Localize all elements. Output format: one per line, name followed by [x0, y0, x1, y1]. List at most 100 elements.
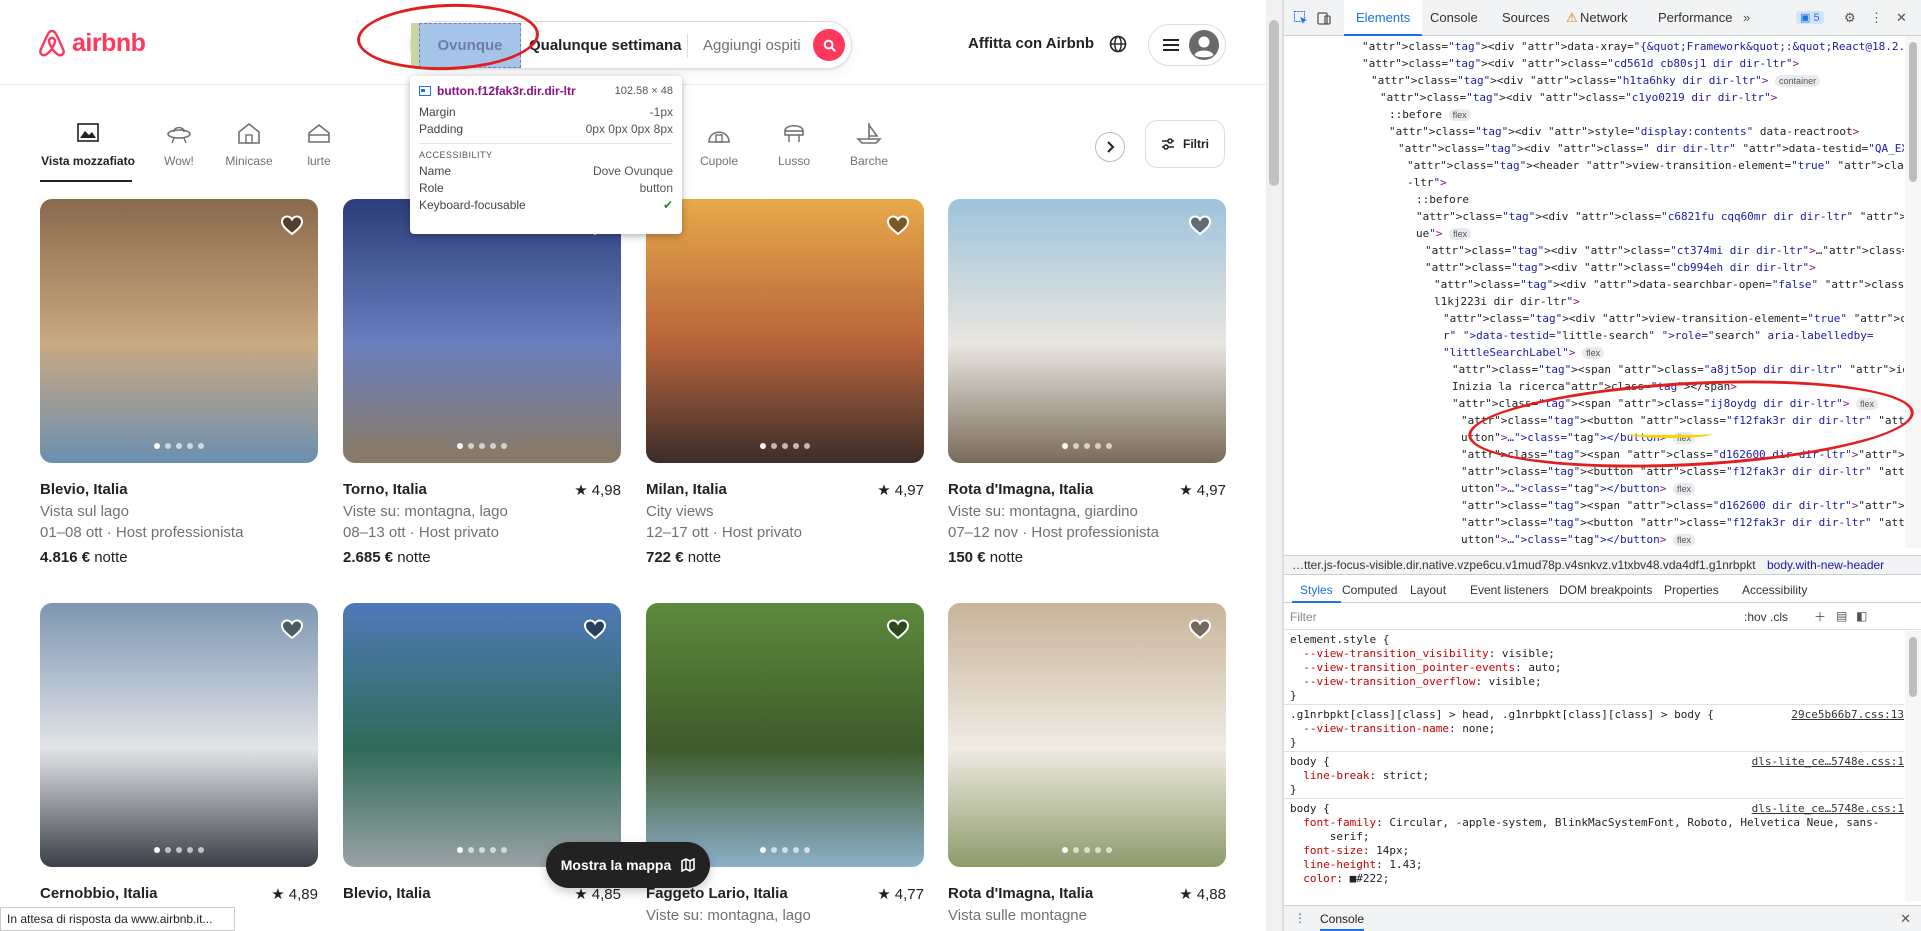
- style-declaration[interactable]: --view-transition_overflow: visible;: [1290, 675, 1541, 689]
- style-declaration[interactable]: color: ■#222;: [1290, 872, 1389, 886]
- dom-node[interactable]: "attr">class="tag"><div "attr">class="cb…: [1425, 259, 1816, 276]
- dom-node[interactable]: "attr">class="tag"><div "attr">class="h1…: [1371, 72, 1821, 89]
- heart-icon[interactable]: [1188, 213, 1212, 237]
- tab-elements[interactable]: Elements: [1344, 0, 1423, 36]
- styles-tab[interactable]: Accessibility: [1742, 583, 1807, 597]
- guests-button[interactable]: Aggiungi ospiti: [703, 22, 801, 68]
- style-source-link[interactable]: dls-lite_ce…5748e.css:1: [1752, 802, 1904, 816]
- issues-badge[interactable]: ▣ 5: [1796, 11, 1824, 24]
- globe-icon[interactable]: [1108, 34, 1128, 54]
- console-drawer-tab[interactable]: Console: [1320, 912, 1365, 931]
- dom-node[interactable]: "attr">class="tag"><button "attr">class=…: [1461, 412, 1904, 429]
- dom-node[interactable]: "attr">class="tag"><div "attr">data-sear…: [1434, 276, 1904, 293]
- dom-node[interactable]: "attr">class="tag"><div "attr">style="di…: [1389, 123, 1859, 140]
- dom-node[interactable]: ue"> flex: [1416, 225, 1472, 242]
- listing-photo[interactable]: [40, 603, 318, 867]
- style-rule[interactable]: }: [1290, 689, 1297, 703]
- dom-badge[interactable]: flex: [1582, 347, 1605, 359]
- device-toolbar-icon[interactable]: [1317, 11, 1331, 25]
- sidebar-toggle-icon[interactable]: ◧: [1856, 609, 1867, 623]
- computed-styles-icon[interactable]: ▤: [1836, 609, 1847, 623]
- dom-node[interactable]: ::before flex: [1389, 106, 1471, 123]
- style-rule[interactable]: body {: [1290, 802, 1330, 816]
- little-search-bar[interactable]: Ovunque Qualunque settimana Aggiungi osp…: [410, 21, 852, 69]
- category-item[interactable]: Barche: [819, 100, 919, 184]
- styles-tab[interactable]: DOM breakpoints: [1559, 583, 1652, 597]
- dom-tree-scrollbar[interactable]: [1905, 36, 1921, 548]
- dom-node[interactable]: utton">…">class="tag"></button> flex: [1461, 480, 1695, 497]
- style-declaration[interactable]: font-size: 14px;: [1290, 844, 1409, 858]
- heart-icon[interactable]: [886, 213, 910, 237]
- style-declaration[interactable]: font-family: Circular, -apple-system, Bl…: [1290, 816, 1879, 830]
- styles-tab[interactable]: Computed: [1342, 583, 1397, 597]
- drawer-menu-icon[interactable]: ⋮: [1294, 911, 1306, 925]
- dom-node[interactable]: "littleSearchLabel"> flex: [1443, 344, 1605, 361]
- tab-console[interactable]: Console: [1430, 10, 1478, 25]
- category-item[interactable]: lurte: [269, 100, 369, 184]
- styles-scroll-thumb[interactable]: [1909, 637, 1917, 697]
- style-source-link[interactable]: 29ce5b66b7.css:13: [1791, 708, 1904, 722]
- dom-node[interactable]: l1kj223i dir dir-ltr">: [1434, 293, 1580, 310]
- styles-scrollbar[interactable]: [1905, 631, 1921, 901]
- style-rule[interactable]: .g1nrbpkt[class][class] > head, .g1nrbpk…: [1290, 708, 1714, 722]
- show-map-button[interactable]: Mostra la mappa: [546, 842, 710, 888]
- kebab-menu-icon[interactable]: ⋮: [1870, 10, 1883, 26]
- dom-node[interactable]: r" ">data-testid="little-search" ">role=…: [1443, 327, 1874, 344]
- style-rule[interactable]: element.style {: [1290, 633, 1389, 647]
- search-submit-button[interactable]: [813, 29, 845, 61]
- dom-badge[interactable]: flex: [1672, 534, 1695, 546]
- dom-tree-scroll-thumb[interactable]: [1909, 42, 1917, 182]
- when-button[interactable]: Qualunque settimana: [529, 22, 682, 68]
- heart-icon[interactable]: [583, 617, 607, 641]
- style-rule[interactable]: }: [1290, 783, 1297, 797]
- style-declaration[interactable]: line-height: 1.43;: [1290, 858, 1422, 872]
- category-next-button[interactable]: [1095, 132, 1125, 162]
- filters-button[interactable]: Filtri: [1145, 120, 1225, 168]
- breadcrumb-path[interactable]: …tter.js-focus-visible.dir.native.vzpe6c…: [1292, 558, 1756, 572]
- add-style-rule-icon[interactable]: ＋: [1814, 608, 1826, 625]
- dom-badge[interactable]: flex: [1448, 109, 1471, 121]
- dom-node[interactable]: "attr">class="tag"><div "attr">class="ct…: [1425, 242, 1904, 259]
- dom-breadcrumb[interactable]: …tter.js-focus-visible.dir.native.vzpe6c…: [1284, 555, 1921, 575]
- listing-photo[interactable]: [646, 603, 924, 867]
- category-item[interactable]: Vista mozzafiato: [38, 100, 138, 184]
- dom-badge[interactable]: flex: [1449, 228, 1472, 240]
- inspect-element-icon[interactable]: [1294, 11, 1308, 25]
- styles-filter-input[interactable]: Filter: [1290, 610, 1317, 624]
- listing-photo[interactable]: [948, 603, 1226, 867]
- close-devtools-icon[interactable]: ✕: [1896, 10, 1907, 26]
- dom-node[interactable]: "attr">class="tag"><span "attr">class="d…: [1461, 446, 1904, 463]
- more-tabs-icon[interactable]: »: [1743, 10, 1750, 25]
- dom-node[interactable]: -ltr">: [1407, 174, 1447, 191]
- listing-photo[interactable]: [40, 199, 318, 463]
- dom-node[interactable]: "attr">class="tag"><button "attr">class=…: [1461, 463, 1904, 480]
- dom-node[interactable]: ::before: [1416, 191, 1469, 208]
- dom-badge[interactable]: container: [1775, 75, 1821, 87]
- tab-sources[interactable]: Sources: [1502, 10, 1550, 25]
- dom-badge[interactable]: flex: [1672, 483, 1695, 495]
- dom-node[interactable]: Inizia la ricerca"attr">class="tag"></sp…: [1452, 378, 1737, 395]
- heart-icon[interactable]: [280, 617, 304, 641]
- dom-node[interactable]: "attr">class="tag"><header "attr">view-t…: [1407, 157, 1904, 174]
- style-declaration[interactable]: line-break: strict;: [1290, 769, 1429, 783]
- dom-node[interactable]: utton">…">class="tag"></button> flex: [1461, 531, 1695, 548]
- listing-photo[interactable]: [948, 199, 1226, 463]
- listing-photo[interactable]: [343, 199, 621, 463]
- dom-node[interactable]: "attr">class="tag"><span "attr">class="i…: [1452, 395, 1879, 412]
- page-scrollbar[interactable]: [1266, 0, 1282, 931]
- listing-photo[interactable]: [646, 199, 924, 463]
- dom-node[interactable]: utton">…">class="tag"></button> flex: [1461, 429, 1695, 446]
- airbnb-logo[interactable]: airbnb: [38, 28, 146, 58]
- listing-photo[interactable]: [343, 603, 621, 867]
- dom-node[interactable]: "attr">class="tag"><div "attr">class=" d…: [1398, 140, 1904, 157]
- heart-icon[interactable]: [280, 213, 304, 237]
- dom-node[interactable]: "attr">class="tag"><span "attr">class="a…: [1452, 361, 1904, 378]
- dom-node[interactable]: "attr">class="tag"><button "attr">class=…: [1461, 514, 1904, 531]
- dom-node[interactable]: "attr">class="tag"><div "attr">class="c6…: [1416, 208, 1904, 225]
- style-declaration[interactable]: --view-transition-name: none;: [1290, 722, 1495, 736]
- style-source-link[interactable]: dls-lite_ce…5748e.css:1: [1752, 755, 1904, 769]
- settings-gear-icon[interactable]: ⚙: [1844, 10, 1856, 26]
- styles-tab[interactable]: Layout: [1410, 583, 1446, 597]
- dom-node[interactable]: "attr">class="tag"><div "attr">data-xray…: [1362, 38, 1904, 55]
- tab-performance[interactable]: Performance: [1658, 10, 1732, 25]
